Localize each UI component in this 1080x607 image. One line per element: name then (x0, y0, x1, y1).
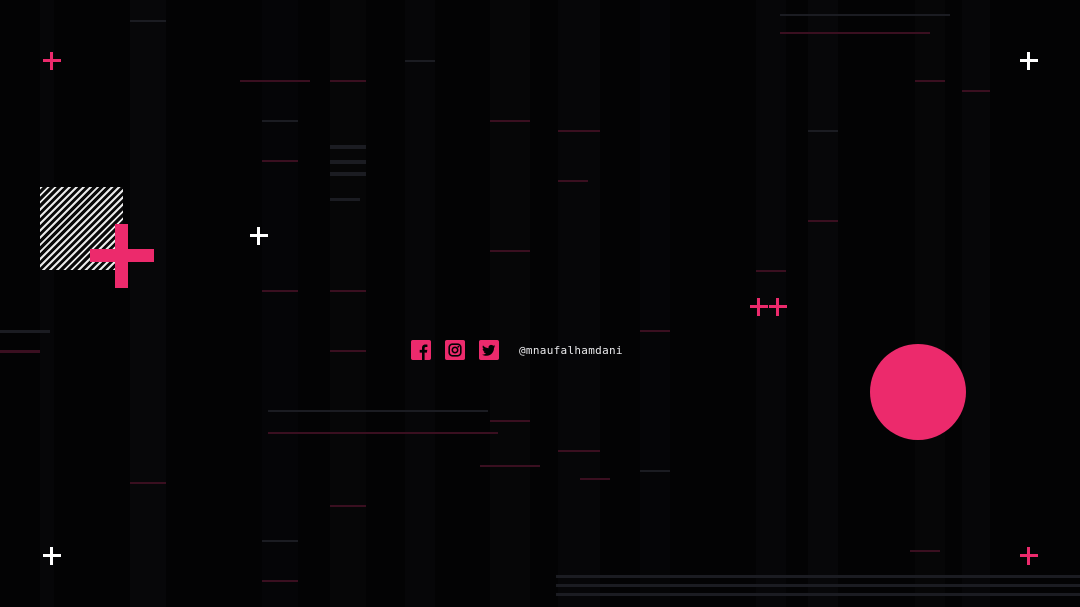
pink-circle-decoration (870, 344, 966, 440)
social-links-row: @mnaufalhamdani (411, 339, 623, 361)
title-card-scene: @mnaufalhamdani (0, 0, 1080, 607)
twitter-icon[interactable] (479, 340, 499, 360)
facebook-icon[interactable] (411, 340, 431, 360)
plus-icon-top-left (43, 52, 61, 70)
instagram-icon[interactable] (445, 340, 465, 360)
plus-icon-mid-right-b (769, 298, 787, 316)
plus-icon-bottom-left (43, 547, 61, 565)
large-plus-icon (90, 224, 154, 288)
social-handle[interactable]: @mnaufalhamdani (519, 344, 623, 357)
plus-icon-mid-right-a (750, 298, 768, 316)
plus-icon-bottom-right (1020, 547, 1038, 565)
background-glitch-lines (0, 0, 1080, 607)
plus-icon-upper-mid (250, 227, 268, 245)
plus-icon-top-right (1020, 52, 1038, 70)
